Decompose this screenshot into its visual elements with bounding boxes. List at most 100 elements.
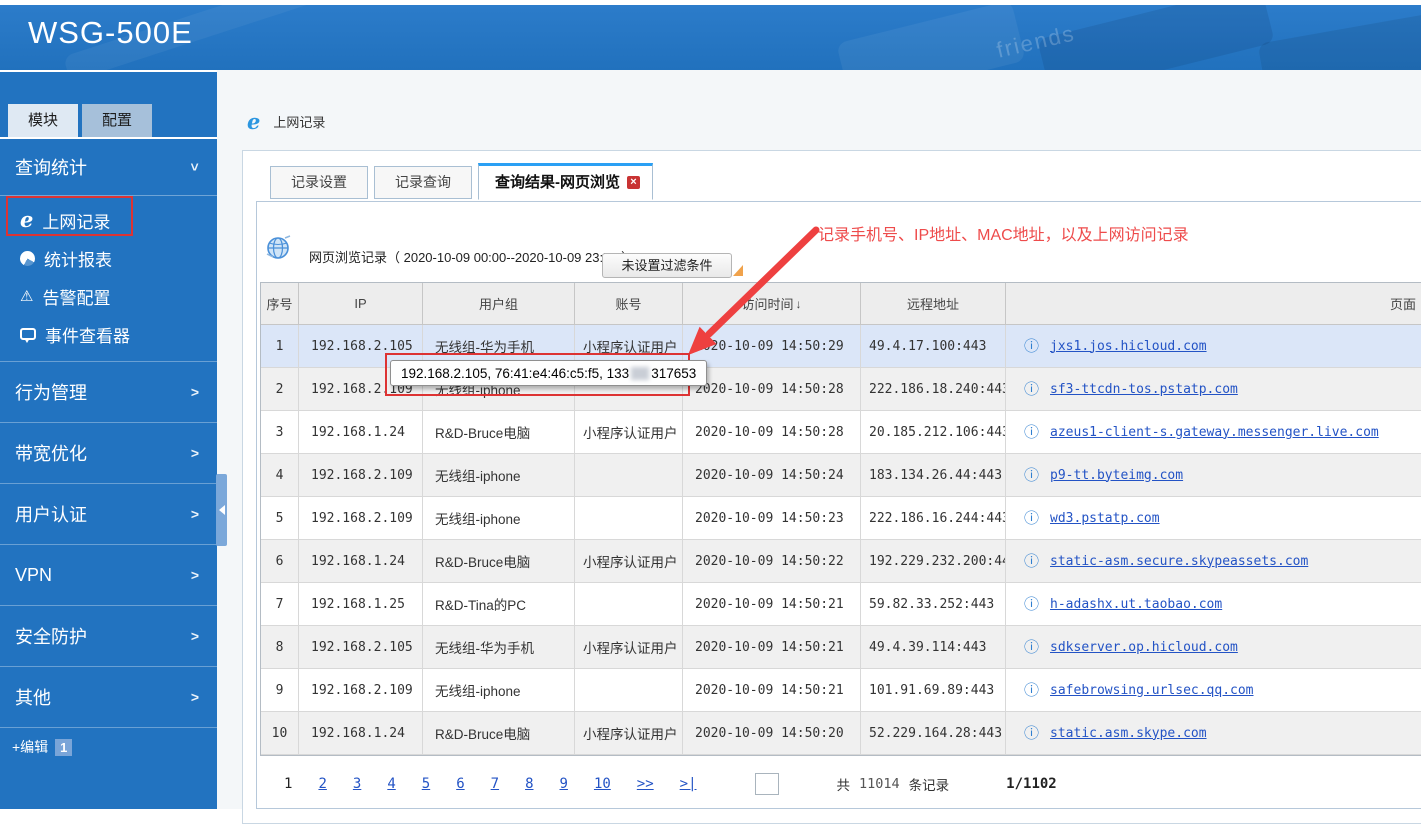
cell-remote: 222.186.18.240:443: [861, 368, 1006, 411]
sidebar-item-statistics-report[interactable]: 统计报表: [0, 239, 217, 277]
chevron-right-icon: >: [190, 567, 199, 583]
page-link[interactable]: wd3.pstatp.com: [1050, 511, 1160, 526]
cell-index: 7: [261, 583, 299, 626]
chevron-right-icon: >: [190, 445, 199, 461]
edit-button[interactable]: +编辑: [12, 737, 48, 757]
sidebar-item-event-viewer[interactable]: 事件查看器: [0, 315, 217, 353]
sidebar-tab-config[interactable]: 配置: [82, 104, 152, 137]
col-account[interactable]: 账号: [575, 283, 683, 325]
cell-index: 9: [261, 669, 299, 712]
cell-ip: 192.168.2.109: [299, 669, 423, 712]
tab-record-query[interactable]: 记录查询: [374, 166, 472, 199]
cell-account: [575, 454, 683, 497]
page-link-7[interactable]: 7: [491, 776, 499, 792]
sidebar-section-label: 安全防护: [15, 627, 87, 647]
col-remote[interactable]: 远程地址: [861, 283, 1006, 325]
page-link-5[interactable]: 5: [422, 776, 430, 792]
cell-remote: 183.134.26.44:443: [861, 454, 1006, 497]
table-row[interactable]: 8 192.168.2.105 无线组-华为手机 小程序认证用户 2020-10…: [261, 626, 1421, 669]
mac-phone-tooltip: 192.168.2.105, 76:41:e4:46:c5:f5, 133 31…: [390, 360, 708, 386]
col-ip[interactable]: IP: [299, 283, 423, 325]
speech-bubble-icon: [20, 328, 36, 343]
sidebar-section-behavior[interactable]: 行为管理 >: [0, 361, 217, 422]
sidebar-section-vpn[interactable]: VPN >: [0, 544, 217, 605]
keyboard-decoration: [1257, 10, 1421, 70]
globe-icon: [266, 235, 291, 259]
info-icon[interactable]: ⓘ: [1024, 382, 1039, 397]
info-icon[interactable]: ⓘ: [1024, 683, 1039, 698]
sidebar-item-alert-config[interactable]: ⚠ 告警配置: [0, 277, 217, 315]
table-row[interactable]: 9 192.168.2.109 无线组-iphone 2020-10-09 14…: [261, 669, 1421, 712]
info-icon[interactable]: ⓘ: [1024, 339, 1039, 354]
tab-query-result-web[interactable]: 查询结果-网页浏览 ×: [478, 163, 653, 200]
cell-ip: 192.168.2.109: [299, 497, 423, 540]
tab-record-settings[interactable]: 记录设置: [270, 166, 368, 199]
redacted-digits: [631, 366, 650, 380]
page-link[interactable]: static-asm.secure.skypeassets.com: [1050, 554, 1308, 569]
cell-ip: 192.168.1.24: [299, 411, 423, 454]
cell-time: 2020-10-09 14:50:28: [683, 368, 861, 411]
page-link[interactable]: jxs1.jos.hicloud.com: [1050, 339, 1207, 354]
table-row[interactable]: 7 192.168.1.25 R&D-Tina的PC 2020-10-09 14…: [261, 583, 1421, 626]
next-pages-button[interactable]: >>: [637, 776, 654, 792]
page-link[interactable]: p9-tt.byteimg.com: [1050, 468, 1183, 483]
chevron-right-icon: >: [190, 628, 199, 644]
page-link[interactable]: h-adashx.ut.taobao.com: [1050, 597, 1222, 612]
cell-group: R&D-Tina的PC: [423, 583, 575, 626]
cell-index: 6: [261, 540, 299, 583]
edit-count-badge: 1: [55, 738, 73, 756]
sidebar-section-label: 用户认证: [15, 505, 87, 525]
page-link-8[interactable]: 8: [525, 776, 533, 792]
sidebar-collapse-handle[interactable]: [216, 474, 227, 546]
page-link[interactable]: azeus1-client-s.gateway.messenger.live.c…: [1050, 425, 1379, 440]
sidebar-section-others[interactable]: 其他 >: [0, 666, 217, 728]
sidebar-section-user-auth[interactable]: 用户认证 >: [0, 483, 217, 544]
page-jump-input[interactable]: [754, 773, 779, 795]
cell-group: 无线组-iphone: [423, 669, 575, 712]
info-icon[interactable]: ⓘ: [1024, 640, 1039, 655]
cell-group: R&D-Bruce电脑: [423, 712, 575, 755]
info-icon[interactable]: ⓘ: [1024, 511, 1039, 526]
col-page[interactable]: 页面: [1006, 283, 1421, 325]
table-row[interactable]: 4 192.168.2.109 无线组-iphone 2020-10-09 14…: [261, 454, 1421, 497]
sidebar-section-label: 查询统计: [15, 158, 87, 178]
sidebar-section-query-stats[interactable]: 查询统计 >: [0, 139, 217, 196]
filter-button[interactable]: 未设置过滤条件: [602, 253, 732, 278]
col-group[interactable]: 用户组: [423, 283, 575, 325]
cell-remote: 101.91.69.89:443: [861, 669, 1006, 712]
info-icon[interactable]: ⓘ: [1024, 468, 1039, 483]
table-row[interactable]: 3 192.168.1.24 R&D-Bruce电脑 小程序认证用户 2020-…: [261, 411, 1421, 454]
col-index[interactable]: 序号: [261, 283, 299, 325]
page-link-3[interactable]: 3: [353, 776, 361, 792]
last-page-button[interactable]: >|: [680, 776, 697, 792]
sidebar-tab-modules[interactable]: 模块: [8, 104, 78, 137]
chevron-right-icon: >: [190, 506, 199, 522]
page-link[interactable]: sf3-ttcdn-tos.pstatp.com: [1050, 382, 1238, 397]
sidebar-section-label: 带宽优化: [15, 444, 87, 464]
sidebar-section-label: VPN: [15, 564, 53, 585]
sort-desc-icon: ↓: [795, 296, 802, 311]
sidebar-section-bandwidth[interactable]: 带宽优化 >: [0, 422, 217, 483]
cell-group: 无线组-iphone: [423, 454, 575, 497]
info-icon[interactable]: ⓘ: [1024, 726, 1039, 741]
page-link[interactable]: safebrowsing.urlsec.qq.com: [1050, 683, 1254, 698]
table-row[interactable]: 5 192.168.2.109 无线组-iphone 2020-10-09 14…: [261, 497, 1421, 540]
page-link[interactable]: sdkserver.op.hicloud.com: [1050, 640, 1238, 655]
table-header: 序号 IP 用户组 账号 访问时间 ↓ 远程地址 页面: [261, 283, 1421, 325]
info-icon[interactable]: ⓘ: [1024, 425, 1039, 440]
cell-page: ⓘ sf3-ttcdn-tos.pstatp.com: [1006, 368, 1421, 411]
page-link-9[interactable]: 9: [560, 776, 568, 792]
page-link-4[interactable]: 4: [387, 776, 395, 792]
table-row[interactable]: 6 192.168.1.24 R&D-Bruce电脑 小程序认证用户 2020-…: [261, 540, 1421, 583]
close-icon[interactable]: ×: [627, 176, 640, 189]
page-title: 上网记录: [273, 115, 326, 130]
page-link-2[interactable]: 2: [318, 776, 326, 792]
page-link[interactable]: static.asm.skype.com: [1050, 726, 1207, 741]
col-time[interactable]: 访问时间 ↓: [683, 283, 861, 325]
info-icon[interactable]: ⓘ: [1024, 554, 1039, 569]
page-link-6[interactable]: 6: [456, 776, 464, 792]
sidebar-section-security[interactable]: 安全防护 >: [0, 605, 217, 666]
table-row[interactable]: 10 192.168.1.24 R&D-Bruce电脑 小程序认证用户 2020…: [261, 712, 1421, 755]
page-link-10[interactable]: 10: [594, 776, 611, 792]
info-icon[interactable]: ⓘ: [1024, 597, 1039, 612]
